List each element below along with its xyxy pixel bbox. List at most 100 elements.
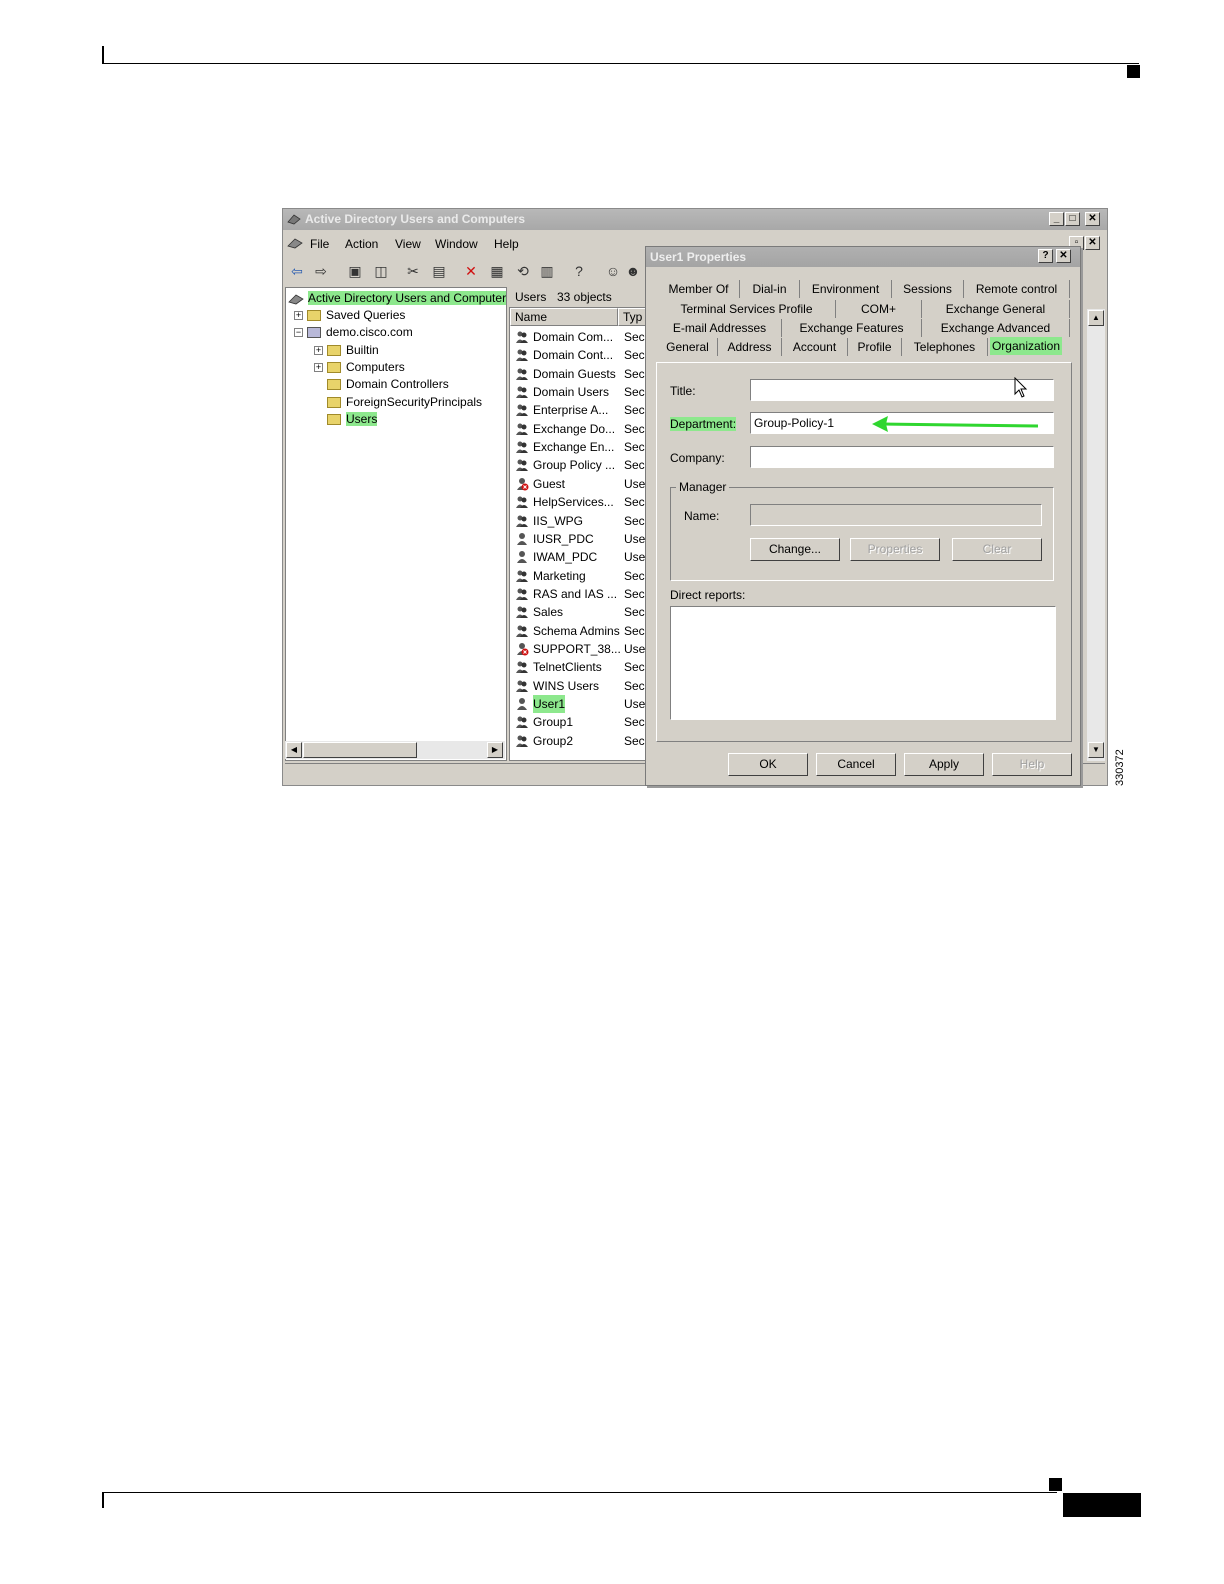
tree-pane: Active Directory Users and Computer + Sav… — [285, 287, 507, 761]
column-header-name[interactable]: Name — [510, 308, 618, 326]
domain-icon — [307, 327, 321, 339]
list-item[interactable]: WINS Users Sec — [510, 677, 648, 695]
scroll-up-icon[interactable]: ▲ — [1088, 310, 1104, 326]
tree-item-builtin[interactable]: + Builtin — [314, 342, 379, 358]
tab-address[interactable]: Address — [718, 338, 782, 356]
tab-dial-in[interactable]: Dial-in — [740, 280, 800, 298]
list-item[interactable]: Exchange Do... Sec — [510, 420, 648, 438]
tab-account[interactable]: Account — [782, 338, 848, 356]
help-icon[interactable]: ? — [569, 261, 589, 281]
tree-item-domain-controllers[interactable]: Domain Controllers — [327, 376, 449, 392]
app-menu-icon[interactable] — [287, 236, 303, 250]
list-item[interactable]: Schema Admins Sec — [510, 622, 648, 640]
list-item[interactable]: IWAM_PDC Use — [510, 548, 648, 566]
list-item[interactable]: Marketing Sec — [510, 567, 648, 585]
list-item[interactable]: Exchange En... Sec — [510, 438, 648, 456]
scroll-thumb[interactable] — [303, 742, 417, 758]
new-group-icon[interactable]: ☻ — [623, 261, 643, 281]
tab-profile[interactable]: Profile — [848, 338, 902, 356]
menu-file[interactable]: File — [310, 237, 329, 251]
properties-icon[interactable]: ▦ — [487, 261, 507, 281]
clear-button: Clear — [952, 538, 1042, 561]
delete-icon[interactable]: ✕ — [461, 261, 481, 281]
list-item[interactable]: Group1 Sec — [510, 713, 648, 731]
refresh-icon[interactable]: ⟲ — [513, 261, 533, 281]
tree-item-users[interactable]: Users — [327, 411, 378, 427]
export-icon[interactable]: ▥ — [537, 261, 557, 281]
apply-button[interactable]: Apply — [904, 753, 984, 776]
aduc-icon — [287, 214, 301, 225]
tab-email-addresses[interactable]: E-mail Addresses — [658, 319, 782, 337]
list-item[interactable]: Domain Cont... Sec — [510, 346, 648, 364]
expand-icon[interactable]: + — [314, 363, 323, 373]
list-item[interactable]: Group2 Sec — [510, 732, 648, 750]
cancel-button[interactable]: Cancel — [816, 753, 896, 776]
list-item[interactable]: HelpServices... Sec — [510, 493, 648, 511]
tab-member-of[interactable]: Member Of — [658, 280, 740, 298]
new-user-icon[interactable]: ☺ — [603, 261, 623, 281]
menu-view[interactable]: View — [395, 237, 421, 251]
tab-general[interactable]: General — [658, 338, 718, 356]
list-item[interactable]: Domain Com... Sec — [510, 328, 648, 346]
menu-action[interactable]: Action — [345, 237, 378, 251]
dialog-close-button[interactable]: ✕ — [1056, 249, 1071, 263]
show-tree-icon[interactable]: ◫ — [371, 261, 391, 281]
list-item[interactable]: TelnetClients Sec — [510, 658, 648, 676]
list-item[interactable]: IIS_WPG Sec — [510, 512, 648, 530]
tab-organization[interactable]: Organization — [990, 337, 1062, 355]
scroll-right-icon[interactable]: ▶ — [487, 742, 503, 758]
tree-item-computers[interactable]: + Computers — [314, 359, 405, 375]
tab-remote-control[interactable]: Remote control — [964, 280, 1070, 298]
list-item[interactable]: Domain Guests Sec — [510, 365, 648, 383]
tree-hscrollbar[interactable]: ◀ ▶ — [285, 741, 505, 759]
minimize-button[interactable]: _ — [1049, 212, 1064, 226]
tab-environment[interactable]: Environment — [800, 280, 892, 298]
tab-terminal-services-profile[interactable]: Terminal Services Profile — [658, 300, 836, 318]
tab-com-plus[interactable]: COM+ — [836, 300, 922, 318]
tree-item-foreign-security-principals[interactable]: ForeignSecurityPrincipals — [327, 394, 482, 410]
back-arrow-icon[interactable]: ⇦ — [287, 261, 307, 281]
list-item[interactable]: RAS and IAS ... Sec — [510, 585, 648, 603]
right-vscrollbar[interactable]: ▲ ▼ — [1087, 309, 1105, 761]
manager-name-label: Name: — [684, 509, 720, 523]
menu-help[interactable]: Help — [494, 237, 519, 251]
cut-icon[interactable]: ✂ — [403, 261, 423, 281]
list-item[interactable]: Group Policy ... Sec — [510, 456, 648, 474]
collapse-icon[interactable]: − — [294, 328, 303, 338]
list-item[interactable]: Domain Users Sec — [510, 383, 648, 401]
list-item-name: TelnetClients — [533, 660, 602, 675]
expand-icon[interactable]: + — [314, 346, 323, 356]
title-field[interactable] — [750, 379, 1054, 401]
maximize-button[interactable]: □ — [1065, 212, 1080, 226]
list-item[interactable]: Guest Use — [510, 475, 648, 493]
ok-button[interactable]: OK — [728, 753, 808, 776]
list-item[interactable]: IUSR_PDC Use — [510, 530, 648, 548]
scroll-left-icon[interactable]: ◀ — [286, 742, 302, 758]
tab-telephones[interactable]: Telephones — [902, 338, 988, 356]
list-item[interactable]: User1 Use — [510, 695, 648, 713]
list-item[interactable]: Enterprise A... Sec — [510, 401, 648, 419]
up-folder-icon[interactable]: ▣ — [345, 261, 365, 281]
tree-label: Saved Queries — [326, 308, 406, 322]
tab-exchange-advanced[interactable]: Exchange Advanced — [922, 319, 1070, 337]
forward-arrow-icon[interactable]: ⇨ — [311, 261, 331, 281]
tree-root[interactable]: Active Directory Users and Computer — [288, 290, 507, 306]
company-field[interactable] — [750, 446, 1054, 468]
change-button[interactable]: Change... — [750, 538, 840, 561]
mdi-close-button[interactable]: ✕ — [1085, 236, 1100, 250]
tab-sessions[interactable]: Sessions — [892, 280, 964, 298]
list-item[interactable]: Sales Sec — [510, 603, 648, 621]
paste-icon[interactable]: ▤ — [429, 261, 449, 281]
list-item[interactable]: SUPPORT_38... Use — [510, 640, 648, 658]
tab-exchange-general[interactable]: Exchange General — [922, 300, 1070, 318]
expand-icon[interactable]: + — [294, 311, 303, 321]
dialog-help-button[interactable]: ? — [1038, 249, 1053, 263]
tree-item-saved-queries[interactable]: + Saved Queries — [294, 307, 405, 323]
close-button[interactable]: ✕ — [1085, 212, 1100, 226]
scroll-down-icon[interactable]: ▼ — [1088, 742, 1104, 758]
tab-exchange-features[interactable]: Exchange Features — [782, 319, 922, 337]
folder-icon — [327, 345, 341, 357]
menu-window[interactable]: Window — [435, 237, 478, 251]
direct-reports-list[interactable] — [670, 606, 1056, 720]
tree-item-domain[interactable]: − demo.cisco.com — [294, 324, 413, 340]
